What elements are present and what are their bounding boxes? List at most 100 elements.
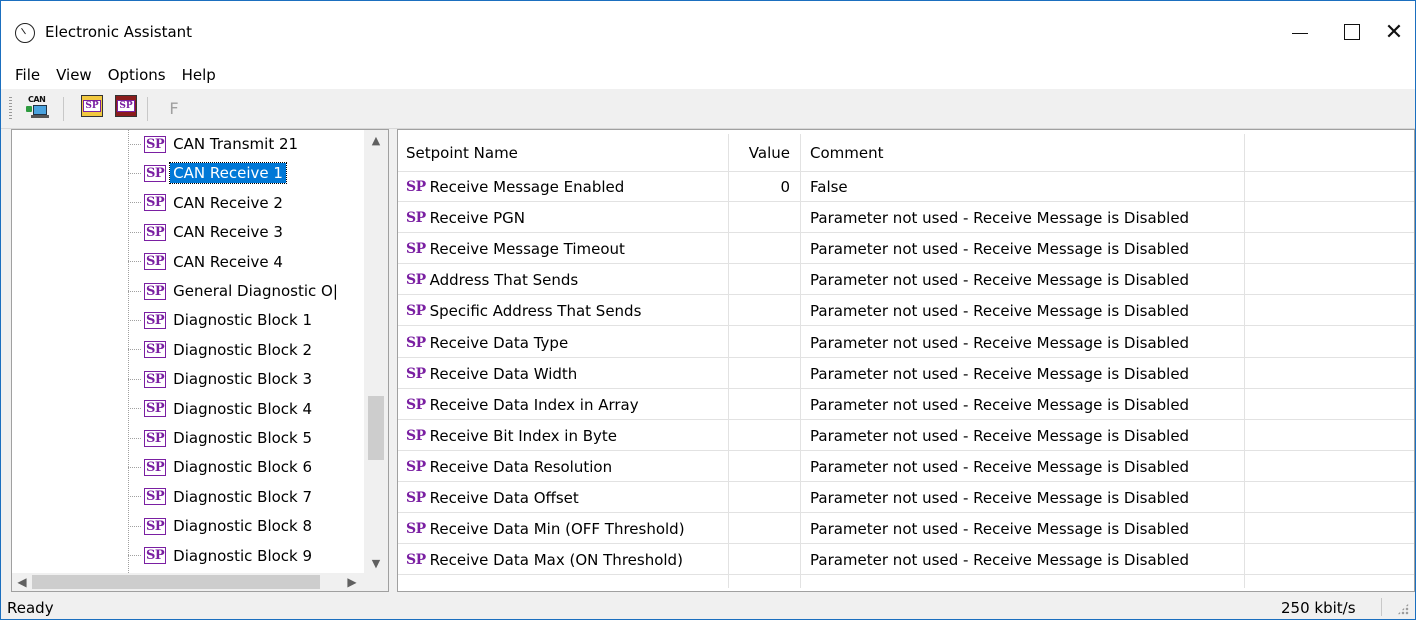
tree-item[interactable]: SP CAN Receive 4 <box>128 250 286 274</box>
tree-item-label[interactable]: Diagnostic Block 7 <box>170 487 315 507</box>
table-row[interactable]: SP Receive Data Resolution Parameter not u… <box>398 452 1414 482</box>
tree-connector <box>128 408 142 410</box>
menu-view[interactable]: View <box>48 66 100 84</box>
column-header-setpoint-name[interactable]: Setpoint Name <box>406 134 728 172</box>
scroll-down-icon[interactable]: ▼ <box>364 553 388 573</box>
scroll-left-icon[interactable]: ◀ <box>12 573 32 591</box>
scroll-right-icon[interactable]: ▶ <box>342 573 362 591</box>
table-row[interactable]: SP Receive Message Timeout Parameter not u… <box>398 234 1414 265</box>
minimize-icon <box>1292 32 1308 34</box>
table-row[interactable]: SP Receive Message Enabled 0 False <box>398 172 1414 202</box>
tree-item[interactable]: SP CAN Receive 2 <box>128 191 286 215</box>
resize-grip[interactable] <box>1397 603 1409 615</box>
tree-item[interactable]: SP CAN Transmit 21 <box>128 132 301 156</box>
tree-item-label[interactable]: Diagnostic Block 8 <box>170 516 315 536</box>
table-row[interactable]: SP Receive Data Max (ON Threshold) Paramet… <box>398 545 1414 576</box>
tree-item[interactable]: SP Diagnostic Block 3 <box>128 367 315 391</box>
tree-item-label[interactable]: Diagnostic Block 3 <box>170 369 315 389</box>
scroll-thumb[interactable] <box>32 575 320 589</box>
tree-item[interactable]: SP Diagnostic Block 6 <box>128 455 315 479</box>
tree-connector <box>128 290 142 292</box>
column-header-comment[interactable]: Comment <box>810 134 1242 172</box>
table-row[interactable]: SP Receive Data Type Parameter not used - … <box>398 328 1414 358</box>
menu-bar: File View Options Help <box>1 61 1415 89</box>
open-setpoint-file-button[interactable]: SP <box>81 95 103 117</box>
tree-item-label[interactable]: CAN Receive 2 <box>170 193 286 213</box>
can-connect-button[interactable]: CAN <box>25 95 51 121</box>
setpoint-value-cell[interactable] <box>728 265 796 295</box>
maximize-icon <box>1344 24 1360 40</box>
tree-item-label[interactable]: General Diagnostic O| <box>170 281 341 301</box>
setpoint-value-cell[interactable] <box>728 234 796 264</box>
tree-item[interactable]: SP CAN Receive 3 <box>128 220 286 244</box>
tree-item[interactable]: SP Diagnostic Block 7 <box>128 485 315 509</box>
setpoint-icon: SP <box>406 458 426 475</box>
close-button[interactable]: ✕ <box>1371 9 1416 55</box>
menu-help[interactable]: Help <box>174 66 224 84</box>
tree-item-label[interactable]: Diagnostic Block 4 <box>170 399 315 419</box>
scroll-corner <box>364 573 388 591</box>
tree-item-label[interactable]: CAN Receive 3 <box>170 222 286 242</box>
table-row[interactable]: SP Receive Data Index in Array Parameter n… <box>398 390 1414 420</box>
tree-item-label[interactable]: CAN Receive 4 <box>170 252 286 272</box>
minimize-button[interactable] <box>1277 9 1323 55</box>
grid-header: Setpoint Name Value Comment <box>398 134 1414 172</box>
setpoint-value-cell[interactable] <box>728 545 796 575</box>
can-connect-icon: CAN <box>28 95 46 104</box>
tree-connector <box>128 555 142 557</box>
setpoint-value-cell[interactable] <box>728 359 796 389</box>
tree-item[interactable]: SP Diagnostic Block 5 <box>128 426 315 450</box>
table-row[interactable]: SP Receive Bit Index in Byte Parameter not… <box>398 421 1414 451</box>
tree-connector <box>128 261 142 263</box>
tree-item-label[interactable]: Diagnostic Block 1 <box>170 310 315 330</box>
setpoint-value-cell[interactable] <box>728 203 796 233</box>
setpoint-icon: SP <box>406 272 426 289</box>
table-row[interactable]: SP Receive Data Min (OFF Threshold) Parame… <box>398 514 1414 545</box>
setpoint-value-cell[interactable] <box>728 328 796 358</box>
tree-item[interactable]: SP Diagnostic Block 4 <box>128 397 315 421</box>
menu-file[interactable]: File <box>7 66 48 84</box>
save-setpoint-file-button[interactable]: SP <box>115 95 137 117</box>
setpoint-value-cell[interactable] <box>728 390 796 420</box>
setpoint-value-cell[interactable] <box>728 514 796 544</box>
table-row[interactable]: SP Receive Data Width Parameter not used -… <box>398 359 1414 389</box>
setpoint-icon: SP <box>406 303 426 320</box>
tree-item-label[interactable]: Diagnostic Block 9 <box>170 546 315 566</box>
tree-item-label[interactable]: Diagnostic Block 2 <box>170 340 315 360</box>
setpoint-value-cell[interactable] <box>728 452 796 482</box>
maximize-button[interactable] <box>1329 9 1375 55</box>
tree-item-label[interactable]: CAN Receive 1 <box>169 162 287 185</box>
setpoint-value-cell[interactable]: 0 <box>728 172 796 202</box>
tree-item-label[interactable]: Diagnostic Block 6 <box>170 457 315 477</box>
tree-vertical-scrollbar[interactable]: ▲ ▼ <box>364 130 388 573</box>
setpoint-value-cell[interactable] <box>728 483 796 513</box>
tree-item[interactable]: SP CAN Receive 1 <box>128 161 287 185</box>
menu-options[interactable]: Options <box>100 66 174 84</box>
tree-item[interactable]: SP Diagnostic Block 9 <box>128 544 315 568</box>
tree-item-label[interactable]: CAN Transmit 21 <box>170 134 301 154</box>
table-row[interactable]: SP Specific Address That Sends Parameter n… <box>398 296 1414 327</box>
setpoint-icon: SP <box>144 488 167 506</box>
setpoint-name-cell: SP Receive Data Resolution <box>406 452 728 482</box>
title-bar[interactable]: Electronic Assistant ✕ <box>1 1 1415 61</box>
toolbar-grip[interactable] <box>9 97 12 121</box>
setpoint-icon: SP <box>144 223 167 241</box>
scroll-thumb[interactable] <box>368 396 384 460</box>
tree-item[interactable]: SP Diagnostic Block 2 <box>128 338 315 362</box>
setpoint-value-cell[interactable] <box>728 296 796 326</box>
tree-list: SP CAN Transmit 21 SP CAN Receive 1 SP CAN Re… <box>12 130 364 573</box>
window-title: Electronic Assistant <box>45 23 193 41</box>
table-row[interactable]: SP Receive PGN Parameter not used - Receiv… <box>398 203 1414 234</box>
table-row[interactable]: SP Receive Data Offset Parameter not used … <box>398 483 1414 513</box>
column-header-value[interactable]: Value <box>728 134 796 172</box>
tree-item-label[interactable]: Diagnostic Block 5 <box>170 428 315 448</box>
setpoint-value-cell[interactable] <box>728 421 796 451</box>
flash-button[interactable]: F <box>161 95 187 121</box>
setpoint-comment-cell: Parameter not used - Receive Message is … <box>810 489 1190 507</box>
tree-item[interactable]: SP Diagnostic Block 8 <box>128 514 315 538</box>
scroll-up-icon[interactable]: ▲ <box>364 130 388 150</box>
tree-item[interactable]: SP Diagnostic Block 1 <box>128 308 315 332</box>
table-row[interactable]: SP Address That Sends Parameter not used -… <box>398 265 1414 296</box>
tree-horizontal-scrollbar[interactable]: ◀ ▶ <box>12 573 364 591</box>
tree-item[interactable]: SP General Diagnostic O| <box>128 279 341 303</box>
